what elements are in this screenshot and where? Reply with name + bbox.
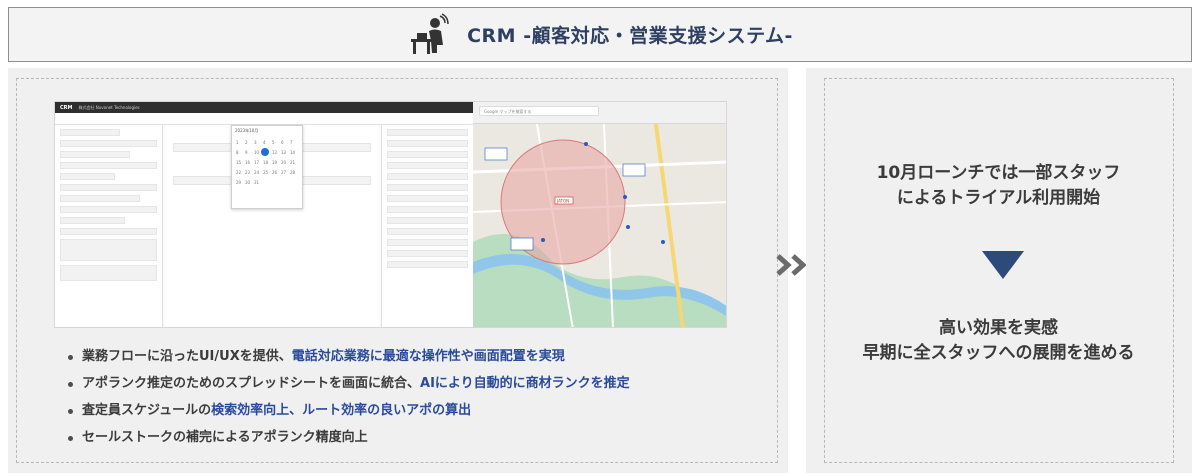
svg-text:21: 21 [290,160,296,165]
svg-text:30: 30 [245,180,251,185]
bullet-item: 業務フローに沿ったUI/UXを提供、電話対応業務に最適な操作性や画面配置を実現 [66,349,766,376]
title-banner: CRM -顧客対応・営業支援システム- [8,7,1192,62]
crm-toolbar [55,113,473,125]
svg-text:14: 14 [290,150,296,155]
person-at-phone-desk-icon [411,12,449,54]
crm-app-mock: CRM 株式会社 Nuvonet Technologies 2023年10月 1… [55,102,473,327]
svg-text:26: 26 [272,170,278,175]
calendar-grid: 1234567 891011121314 15161718192021 2223… [236,140,296,185]
crm-screenshot: CRM 株式会社 Nuvonet Technologies 2023年10月 1… [54,101,727,328]
svg-text:27: 27 [281,170,287,175]
svg-text:8: 8 [236,150,239,155]
svg-text:25: 25 [263,170,269,175]
svg-text:9: 9 [245,150,248,155]
svg-text:7: 7 [290,140,293,145]
svg-text:2: 2 [245,140,248,145]
svg-text:31: 31 [254,180,260,185]
svg-text:29: 29 [236,180,242,185]
page-title: CRM -顧客対応・営業支援システム- [467,25,793,47]
browser-chrome: Google マップを検索する [473,102,726,124]
map-canvas: JATON [473,102,726,327]
left-panel: CRM 株式会社 Nuvonet Technologies 2023年10月 1… [8,68,788,473]
map-center-label: JATON [556,199,569,204]
crm-topbar: CRM 株式会社 Nuvonet Technologies [55,102,473,113]
svg-text:22: 22 [236,170,242,175]
bullet-item: セールストークの補完によるアポランク精度向上 [66,430,766,457]
svg-text:5: 5 [272,140,275,145]
svg-text:13: 13 [281,150,287,155]
launch-status-text: 10月ローンチでは一部スタッフ によるトライアル利用開始 [876,163,1121,208]
svg-text:3: 3 [254,140,257,145]
crm-form-sidebar [55,125,163,327]
svg-text:23: 23 [245,170,251,175]
bullet-item: アポランク推定のためのスプレッドシートを画面に統合、AIにより自動的に商材ランク… [66,376,766,403]
svg-text:28: 28 [290,170,296,175]
crm-logo: CRM [60,104,73,111]
svg-text:18: 18 [263,160,269,165]
crm-app-name: 株式会社 Nuvonet Technologies [78,104,140,110]
down-triangle-icon [982,251,1024,279]
map-view: JATON Google マップを検索する [473,102,726,327]
svg-text:17: 17 [254,160,260,165]
svg-text:6: 6 [281,140,284,145]
map-search-input[interactable]: Google マップを検索する [479,106,599,116]
date-picker-calendar: 2023年10月 1234567 891011121314 1516171819… [231,125,303,209]
svg-text:10: 10 [254,150,260,155]
crm-detail-panel [381,125,473,327]
svg-text:16: 16 [245,160,251,165]
svg-text:20: 20 [281,160,287,165]
calendar-title: 2023年10月 [235,128,259,133]
svg-text:12: 12 [272,150,278,155]
outcome-text: 高い効果を実感 早期に全スタッフへの展開を進める [862,318,1135,363]
svg-text:4: 4 [263,140,266,145]
feature-bullet-list: 業務フローに沿ったUI/UXを提供、電話対応業務に最適な操作性や画面配置を実現 … [66,349,766,457]
svg-text:1: 1 [236,140,239,145]
svg-text:24: 24 [254,170,260,175]
bullet-item: 査定員スケジュールの検索効率向上、ルート効率の良いアポの算出 [66,403,766,430]
svg-text:15: 15 [236,160,242,165]
svg-text:19: 19 [272,160,278,165]
